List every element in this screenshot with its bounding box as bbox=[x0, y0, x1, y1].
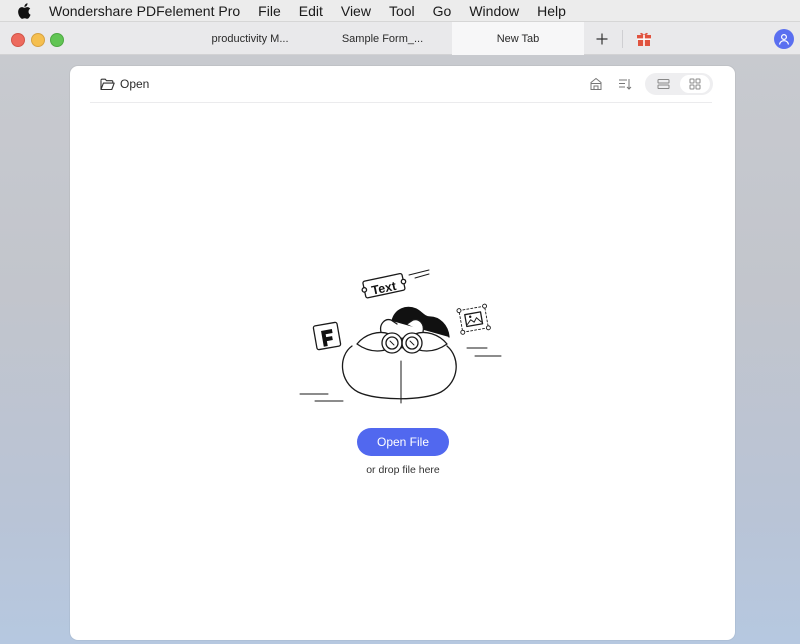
open-button[interactable]: Open bbox=[100, 75, 149, 93]
tab-sample-form[interactable]: Sample Form_... bbox=[320, 22, 445, 55]
user-icon bbox=[778, 33, 790, 45]
menu-window[interactable]: Window bbox=[469, 3, 519, 19]
store-icon bbox=[590, 77, 602, 90]
apple-icon[interactable] bbox=[17, 2, 35, 20]
drop-file-hint: or drop file here bbox=[366, 464, 440, 476]
open-file-button[interactable]: Open File bbox=[357, 428, 449, 456]
menu-help[interactable]: Help bbox=[537, 3, 566, 19]
user-account-button[interactable] bbox=[774, 29, 794, 49]
sort-button[interactable] bbox=[617, 76, 633, 92]
grid-view-button[interactable] bbox=[680, 75, 710, 93]
open-label: Open bbox=[120, 77, 150, 91]
home-panel: Open Text Open File or drop file here bbox=[70, 66, 735, 640]
menu-tool[interactable]: Tool bbox=[389, 3, 415, 19]
tab-label: New Tab bbox=[496, 32, 540, 45]
tab-label: productivity M... bbox=[211, 32, 289, 45]
list-view-button[interactable] bbox=[648, 75, 678, 93]
sort-icon bbox=[619, 79, 632, 90]
folder-open-icon bbox=[100, 78, 115, 90]
tab-divider bbox=[622, 30, 623, 48]
menu-bar: Wondershare PDFelement Pro File Edit Vie… bbox=[0, 0, 800, 21]
tab-productivity[interactable]: productivity M... bbox=[190, 22, 310, 55]
menu-go[interactable]: Go bbox=[433, 3, 452, 19]
menu-edit[interactable]: Edit bbox=[299, 3, 323, 19]
close-window-button[interactable] bbox=[11, 33, 25, 47]
zoom-window-button[interactable] bbox=[50, 33, 64, 47]
view-mode-toggle bbox=[645, 73, 713, 95]
gift-icon[interactable] bbox=[636, 31, 654, 49]
tab-label: Sample Form_... bbox=[341, 32, 424, 45]
minimize-window-button[interactable] bbox=[31, 33, 45, 47]
new-tab-button[interactable] bbox=[590, 27, 614, 51]
home-view-button[interactable] bbox=[588, 76, 604, 92]
grid-view-icon bbox=[689, 78, 701, 90]
list-view-icon bbox=[657, 79, 669, 89]
plus-icon bbox=[596, 33, 608, 45]
empty-state-illustration: Text bbox=[297, 266, 509, 416]
window-tab-bar: productivity M... Sample Form_... New Ta… bbox=[0, 21, 800, 55]
tab-new-tab-active[interactable]: New Tab bbox=[452, 22, 584, 55]
menu-file[interactable]: File bbox=[258, 3, 281, 19]
menu-view[interactable]: View bbox=[341, 3, 371, 19]
home-toolbar: Open bbox=[90, 66, 713, 103]
app-name-menu[interactable]: Wondershare PDFelement Pro bbox=[49, 3, 240, 19]
